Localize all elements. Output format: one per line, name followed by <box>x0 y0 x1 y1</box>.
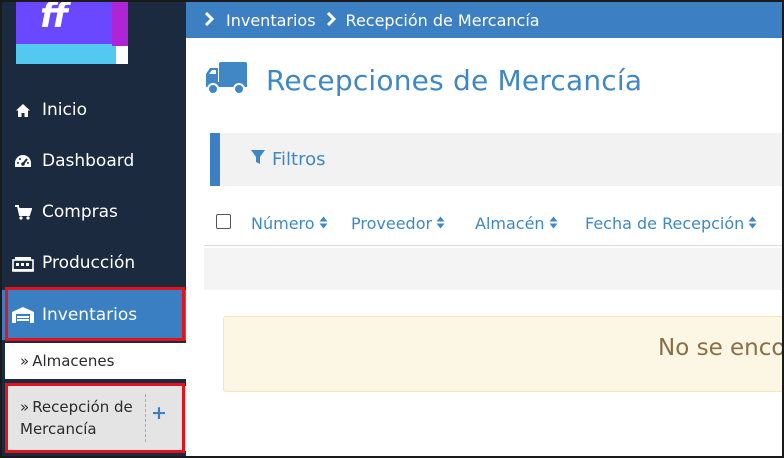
column-label: Fecha de Recepción <box>585 214 745 233</box>
sort-icon <box>748 214 757 233</box>
sidebar-subitem-almacenes[interactable]: » Almacenes <box>5 343 186 379</box>
sidebar-subitem-label-line2: Mercancía <box>20 420 97 438</box>
sort-icon <box>549 214 558 233</box>
sort-icon <box>319 214 328 233</box>
empty-results-alert: No se encon <box>223 316 782 392</box>
breadcrumb-item-recepcion[interactable]: Recepción de Mercancía <box>346 11 540 30</box>
home-icon <box>8 103 38 118</box>
column-header-almacen[interactable]: Almacén <box>475 214 558 233</box>
select-all-checkbox[interactable] <box>216 214 231 229</box>
sidebar-item-label: Producción <box>42 253 136 273</box>
column-label: Almacén <box>475 214 545 233</box>
industry-icon <box>8 254 38 272</box>
sidebar-item-dashboard[interactable]: Dashboard <box>2 136 186 186</box>
page-title: Recepciones de Mercancía <box>266 63 643 97</box>
sidebar-item-label: Inventarios <box>42 305 138 325</box>
sidebar-item-label: Dashboard <box>42 151 135 171</box>
table-header: Número Proveedor Almacén Fecha de Recepc… <box>204 202 782 246</box>
filters-label: Filtros <box>272 149 326 170</box>
column-header-numero[interactable]: Número <box>251 214 328 233</box>
sidebar-item-label: Inicio <box>42 100 87 120</box>
filters-toggle[interactable]: Filtros <box>210 133 782 186</box>
sidebar-item-inicio[interactable]: Inicio <box>2 85 186 135</box>
breadcrumb-item-inventarios[interactable]: Inventarios <box>226 11 316 30</box>
sidebar-item-produccion[interactable]: Producción <box>2 238 186 288</box>
sidebar-subitem-label-line1: Recepción de <box>32 398 133 416</box>
double-chevron-right-icon: » <box>20 352 30 370</box>
filter-icon <box>250 149 266 170</box>
column-header-fecha-recepcion[interactable]: Fecha de Recepción <box>585 214 757 233</box>
chevron-right-icon <box>204 11 215 30</box>
sidebar-item-compras[interactable]: Compras <box>2 187 186 237</box>
alert-text: No se encon <box>658 335 782 361</box>
app-window: ff Inicio Dashboard Compras Producción I… <box>0 0 784 458</box>
table-empty-row <box>204 248 782 290</box>
sidebar-item-inventarios[interactable]: Inventarios <box>2 290 186 340</box>
sidebar-subitem-label: Almacenes <box>32 352 115 370</box>
page-header: Recepciones de Mercancía <box>204 60 642 100</box>
column-label: Número <box>251 214 315 233</box>
warehouse-icon <box>8 306 38 324</box>
sort-icon <box>436 214 445 233</box>
divider <box>145 394 146 442</box>
cart-icon <box>8 204 38 220</box>
chevron-right-icon <box>326 11 336 30</box>
breadcrumb: Inventarios Recepción de Mercancía <box>186 2 782 38</box>
column-label: Proveedor <box>351 214 433 233</box>
truck-icon <box>204 60 248 100</box>
dashboard-icon <box>8 153 38 169</box>
add-recepcion-button[interactable]: + <box>151 402 167 424</box>
sidebar-item-label: Compras <box>42 202 118 222</box>
sidebar: ff Inicio Dashboard Compras Producción I… <box>2 2 186 456</box>
column-header-proveedor[interactable]: Proveedor <box>351 214 445 233</box>
sidebar-subitem-recepcion[interactable]: » Recepción de Mercancía + <box>5 386 186 451</box>
app-logo[interactable]: ff <box>16 2 128 64</box>
double-chevron-right-icon: » <box>20 398 30 416</box>
logo-mark: ff <box>40 2 69 36</box>
